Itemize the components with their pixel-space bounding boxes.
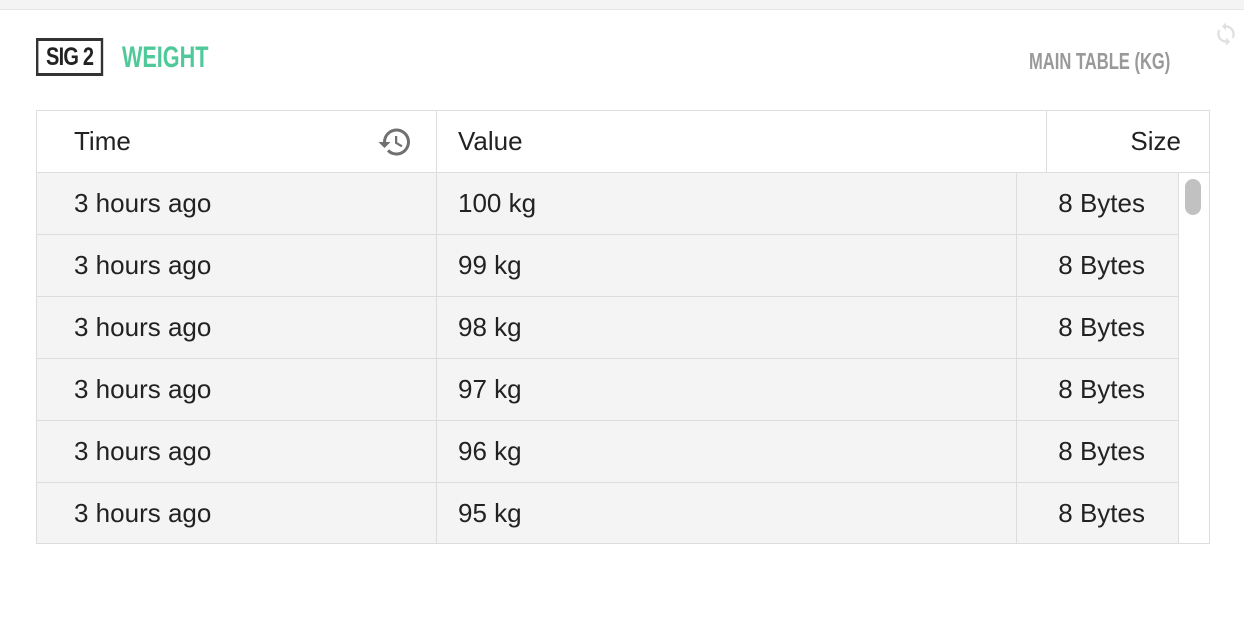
signal-badge: SIG 2 [36, 38, 104, 76]
cell-size: 8 Bytes [1017, 421, 1179, 482]
history-icon[interactable] [377, 124, 413, 160]
cell-size: 8 Bytes [1017, 483, 1179, 543]
column-header-value[interactable]: Value [437, 111, 1047, 172]
scrollbar-thumb[interactable] [1185, 179, 1201, 215]
cell-time: 3 hours ago [37, 359, 437, 420]
cell-value: 96 kg [437, 421, 1017, 482]
cell-value: 100 kg [437, 173, 1017, 234]
column-header-label: Size [1130, 126, 1181, 156]
table-header: Time Value Size [37, 111, 1209, 173]
cell-time: 3 hours ago [37, 483, 437, 543]
column-header-time[interactable]: Time [37, 111, 437, 172]
table-title: MAIN TABLE (KG) [1028, 48, 1170, 74]
cell-time: 3 hours ago [37, 173, 437, 234]
cell-time: 3 hours ago [37, 421, 437, 482]
cell-time: 3 hours ago [37, 297, 437, 358]
data-table: Time Value Size 3 hours ago 100 kg 8 Byt… [36, 110, 1210, 544]
refresh-icon[interactable] [1212, 20, 1240, 48]
vertical-scrollbar[interactable] [1179, 173, 1209, 543]
signal-name: WEIGHT [122, 41, 209, 74]
column-header-label: Time [74, 126, 131, 156]
top-bar [0, 0, 1244, 10]
cell-value: 99 kg [437, 235, 1017, 296]
table-body: 3 hours ago 100 kg 8 Bytes 3 hours ago 9… [37, 173, 1179, 543]
cell-size: 8 Bytes [1017, 359, 1179, 420]
column-header-size[interactable]: Size [1047, 111, 1209, 172]
cell-value: 97 kg [437, 359, 1017, 420]
cell-value: 95 kg [437, 483, 1017, 543]
table-row[interactable]: 3 hours ago 99 kg 8 Bytes [37, 235, 1179, 297]
cell-size: 8 Bytes [1017, 297, 1179, 358]
table-row[interactable]: 3 hours ago 97 kg 8 Bytes [37, 359, 1179, 421]
cell-size: 8 Bytes [1017, 235, 1179, 296]
cell-time: 3 hours ago [37, 235, 437, 296]
table-row[interactable]: 3 hours ago 95 kg 8 Bytes [37, 483, 1179, 543]
widget-header: SIG 2 WEIGHT MAIN TABLE (KG) [36, 38, 1170, 82]
column-header-label: Value [458, 126, 523, 156]
table-row[interactable]: 3 hours ago 100 kg 8 Bytes [37, 173, 1179, 235]
cell-size: 8 Bytes [1017, 173, 1179, 234]
table-row[interactable]: 3 hours ago 96 kg 8 Bytes [37, 421, 1179, 483]
cell-value: 98 kg [437, 297, 1017, 358]
table-row[interactable]: 3 hours ago 98 kg 8 Bytes [37, 297, 1179, 359]
